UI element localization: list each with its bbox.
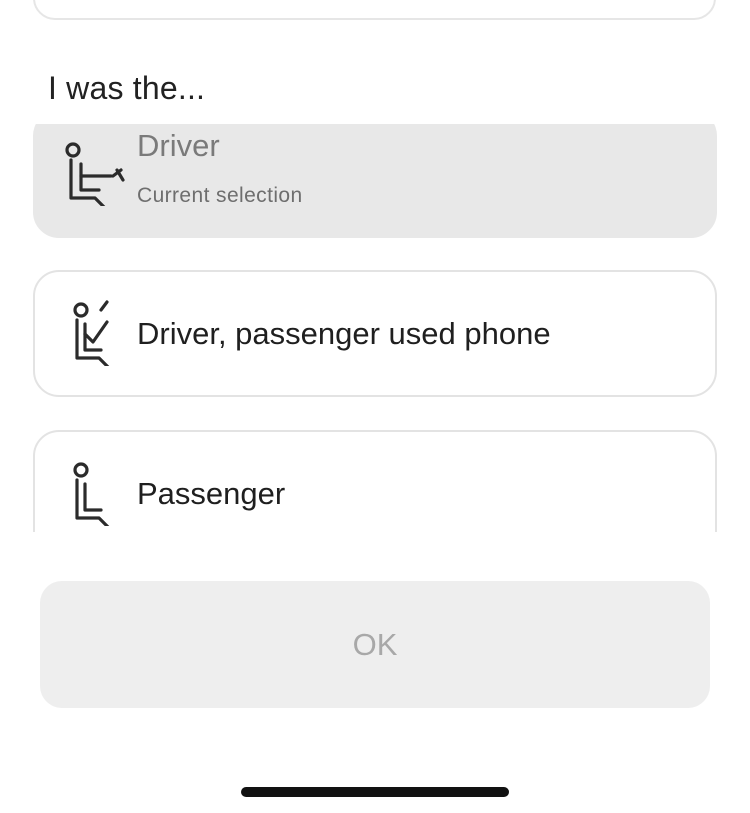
section-title: I was the... [48, 70, 206, 106]
ok-button[interactable]: OK [40, 581, 710, 708]
option-driver-label: Driver [137, 128, 220, 163]
option-driver-passenger-used-phone[interactable]: Driver, passenger used phone [33, 270, 717, 397]
driver-passenger-phone-icon [65, 300, 129, 370]
driver-seat-icon [65, 140, 129, 210]
option-passenger-label: Passenger [137, 476, 286, 511]
passenger-seat-icon [65, 460, 129, 530]
option-passenger[interactable]: Passenger [33, 430, 717, 532]
home-indicator[interactable] [241, 787, 509, 797]
option-driver-passenger-label: Driver, passenger used phone [137, 316, 551, 351]
role-options-list[interactable]: Driver Current selection Driver, passeng… [0, 124, 750, 532]
current-selection-label: Current selection [137, 184, 303, 207]
option-driver[interactable]: Driver Current selection [33, 124, 717, 238]
previous-card[interactable] [33, 0, 716, 20]
